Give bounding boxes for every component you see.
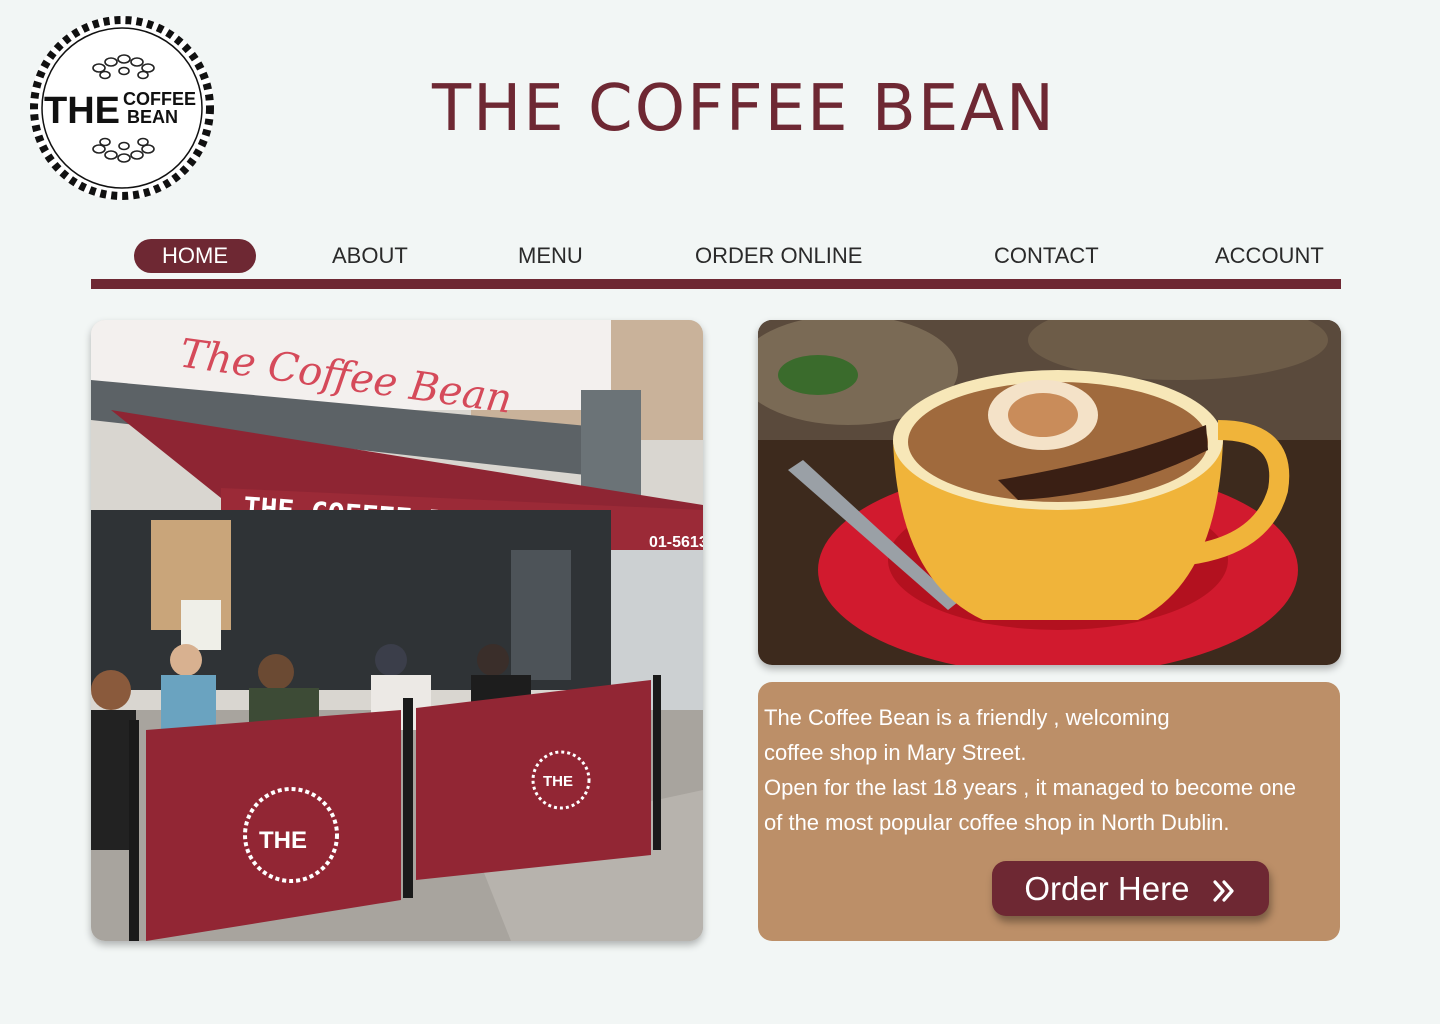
nav-item-account[interactable]: ACCOUNT [1215,239,1324,273]
nav-item-home[interactable]: HOME [134,239,256,273]
logo-text-the: THE [44,90,120,132]
order-here-button[interactable]: Order Here [992,861,1269,916]
nav-item-about[interactable]: ABOUT [332,239,408,273]
about-card: The Coffee Bean is a friendly , welcomin… [758,682,1340,941]
about-line: coffee shop in Mary Street. [764,740,1027,765]
order-here-label: Order Here [1024,870,1190,907]
svg-text:THE: THE [543,773,573,790]
storefront-photo: The Coffee Bean THE COFFEE BEAN 01-56130… [91,320,703,941]
main-nav: HOME ABOUT MENU ORDER ONLINE CONTACT ACC… [91,237,1341,289]
logo-badge-icon: THE COFFEE BEAN [30,16,214,200]
about-line: The Coffee Bean is a friendly , welcomin… [764,705,1170,730]
nav-item-order-online[interactable]: ORDER ONLINE [695,239,862,273]
nav-divider [91,279,1341,289]
site-title: THE COFFEE BEAN [432,72,1056,146]
nav-item-contact[interactable]: CONTACT [994,239,1099,273]
coffee-cup-photo [758,320,1341,665]
about-line: Open for the last 18 years , it managed … [764,775,1296,800]
nav-item-menu[interactable]: MENU [518,239,583,273]
about-text: The Coffee Bean is a friendly , welcomin… [764,700,1330,840]
logo-text-coffee: COFFEE [123,89,196,109]
barrier-logo-text: THE [259,827,307,854]
brand-logo[interactable]: THE COFFEE BEAN [27,13,217,203]
awning-phone-text: 01-5613011 [649,534,703,551]
logo-text-bean: BEAN [127,107,178,127]
about-line: of the most popular coffee shop in North… [764,810,1230,835]
double-chevron-right-icon [1211,878,1237,904]
